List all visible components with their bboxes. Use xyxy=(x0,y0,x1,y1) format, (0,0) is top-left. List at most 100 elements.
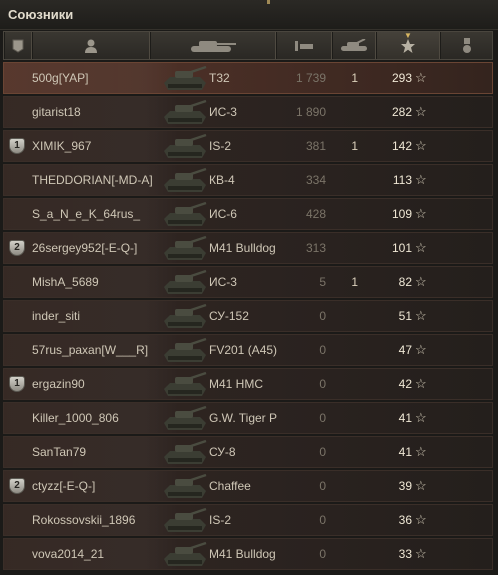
damage-column-header[interactable] xyxy=(276,32,332,59)
kills-value: 1 xyxy=(351,275,358,289)
vehicle-icon xyxy=(162,301,210,331)
damage-value: 0 xyxy=(319,547,326,561)
sort-descending-icon: ▼ xyxy=(404,31,412,40)
squad-slot: 2 xyxy=(8,471,28,501)
player-name[interactable]: S_a_N_e_K_64rus_ xyxy=(32,199,166,229)
player-name[interactable]: gitarist18 xyxy=(32,97,166,127)
kills-value xyxy=(330,165,358,195)
star-icon: ☆ xyxy=(415,70,427,85)
score-value: 51 xyxy=(398,309,412,323)
kills-value xyxy=(330,539,358,569)
vehicle-icon xyxy=(162,267,210,297)
squad-badge-icon: 2 xyxy=(9,240,25,256)
squad-badge-icon: 1 xyxy=(9,376,25,392)
squad-slot xyxy=(8,97,28,127)
score-value: 142 xyxy=(391,139,412,153)
player-name[interactable]: inder_siti xyxy=(32,301,166,331)
squad-slot xyxy=(8,335,28,365)
kills-value xyxy=(330,369,358,399)
vehicle-column-header[interactable] xyxy=(150,32,276,59)
player-name[interactable]: Rokossovskii_1896 xyxy=(32,505,166,535)
player-name[interactable]: 500g[YAP] xyxy=(32,63,166,93)
kills-value: 1 xyxy=(351,139,358,153)
player-name[interactable]: Killer_1000_806 xyxy=(32,403,166,433)
player-row[interactable]: 2 ctyzz[-E-Q-] Chaffee 0 39 ☆ xyxy=(3,470,493,502)
squad-column-header[interactable] xyxy=(4,32,32,59)
destroyed-tank-icon xyxy=(341,38,367,51)
resize-handle[interactable] xyxy=(267,0,270,4)
player-row[interactable]: vova2014_21 M41 Bulldog 0 33 ☆ xyxy=(3,538,493,570)
star-icon: ☆ xyxy=(415,274,427,289)
kills-value xyxy=(330,301,358,331)
kills-value: 1 xyxy=(351,71,358,85)
vehicle-icon xyxy=(162,233,210,263)
damage-value: 5 xyxy=(319,275,326,289)
damage-value: 428 xyxy=(305,207,326,221)
player-row[interactable]: Killer_1000_806 G.W. Tiger P 0 41 ☆ xyxy=(3,402,493,434)
vehicle-icon xyxy=(162,403,210,433)
damage-value: 0 xyxy=(319,309,326,323)
vehicle-icon xyxy=(162,335,210,365)
score-value: 33 xyxy=(398,547,412,561)
star-icon: ☆ xyxy=(415,410,427,425)
squad-slot xyxy=(8,301,28,331)
player-row[interactable]: inder_siti СУ-152 0 51 ☆ xyxy=(3,300,493,332)
vehicle-icon xyxy=(162,63,210,93)
player-name[interactable]: vova2014_21 xyxy=(32,539,166,569)
player-name[interactable]: SanTan79 xyxy=(32,437,166,467)
score-value: 41 xyxy=(398,445,412,459)
squad-slot xyxy=(8,199,28,229)
player-row[interactable]: Rokossovskii_1896 IS-2 0 36 ☆ xyxy=(3,504,493,536)
kills-value xyxy=(330,437,358,467)
player-name[interactable]: XIMIK_967 xyxy=(32,131,166,161)
kills-value xyxy=(330,471,358,501)
damage-value: 0 xyxy=(319,377,326,391)
player-row[interactable]: S_a_N_e_K_64rus_ ИС-6 428 109 ☆ xyxy=(3,198,493,230)
star-icon: ☆ xyxy=(415,138,427,153)
damage-value: 0 xyxy=(319,343,326,357)
player-name[interactable]: 26sergey952[-E-Q-] xyxy=(32,233,166,263)
player-column-header[interactable] xyxy=(32,32,150,59)
score-value: 282 xyxy=(391,105,412,119)
vehicle-icon xyxy=(162,505,210,535)
player-row[interactable]: 57rus_paxan[W___R] FV201 (A45) 0 47 ☆ xyxy=(3,334,493,366)
star-icon: ☆ xyxy=(415,172,427,187)
kills-value xyxy=(330,505,358,535)
vehicle-icon xyxy=(162,369,210,399)
player-name[interactable]: MishA_5689 xyxy=(32,267,166,297)
player-row[interactable]: SanTan79 СУ-8 0 41 ☆ xyxy=(3,436,493,468)
vehicle-icon xyxy=(162,539,210,569)
squad-slot xyxy=(8,63,28,93)
kills-value xyxy=(330,97,358,127)
damage-value: 0 xyxy=(319,411,326,425)
player-row[interactable]: 1 ergazin90 M41 HMC 0 42 ☆ xyxy=(3,368,493,400)
player-row[interactable]: MishA_5689 ИС-3 5 1 82 ☆ xyxy=(3,266,493,298)
player-name[interactable]: ergazin90 xyxy=(32,369,166,399)
star-icon: ☆ xyxy=(415,478,427,493)
damage-value: 381 xyxy=(305,139,326,153)
player-name[interactable]: ctyzz[-E-Q-] xyxy=(32,471,166,501)
squad-slot: 2 xyxy=(8,233,28,263)
player-row[interactable]: 1 XIMIK_967 IS-2 381 1 142 ☆ xyxy=(3,130,493,162)
player-row[interactable]: THEDDORIAN[-MD-A] КВ-4 334 113 ☆ xyxy=(3,164,493,196)
player-row[interactable]: 500g[YAP] T32 1 739 1 293 ☆ xyxy=(3,62,493,94)
star-icon: ☆ xyxy=(415,206,427,221)
player-row[interactable]: gitarist18 ИС-3 1 890 282 ☆ xyxy=(3,96,493,128)
player-name[interactable]: 57rus_paxan[W___R] xyxy=(32,335,166,365)
squad-badge-icon: 2 xyxy=(9,478,25,494)
tank-icon xyxy=(191,40,236,52)
kills-column-header[interactable] xyxy=(332,32,376,59)
medal-column-header[interactable] xyxy=(440,32,492,59)
score-value: 36 xyxy=(398,513,412,527)
damage-value: 1 890 xyxy=(295,105,326,119)
score-column-header[interactable]: ▼ xyxy=(376,32,440,59)
panel-title: Союзники xyxy=(8,7,74,22)
player-list: 500g[YAP] T32 1 739 1 293 ☆ gitarist18 И… xyxy=(3,62,493,572)
star-icon: ☆ xyxy=(415,376,427,391)
player-name[interactable]: THEDDORIAN[-MD-A] xyxy=(32,165,166,195)
vehicle-icon xyxy=(162,437,210,467)
medal-icon xyxy=(462,37,471,53)
player-row[interactable]: 2 26sergey952[-E-Q-] M41 Bulldog 313 101… xyxy=(3,232,493,264)
vehicle-icon xyxy=(162,471,210,501)
star-icon: ☆ xyxy=(415,240,427,255)
